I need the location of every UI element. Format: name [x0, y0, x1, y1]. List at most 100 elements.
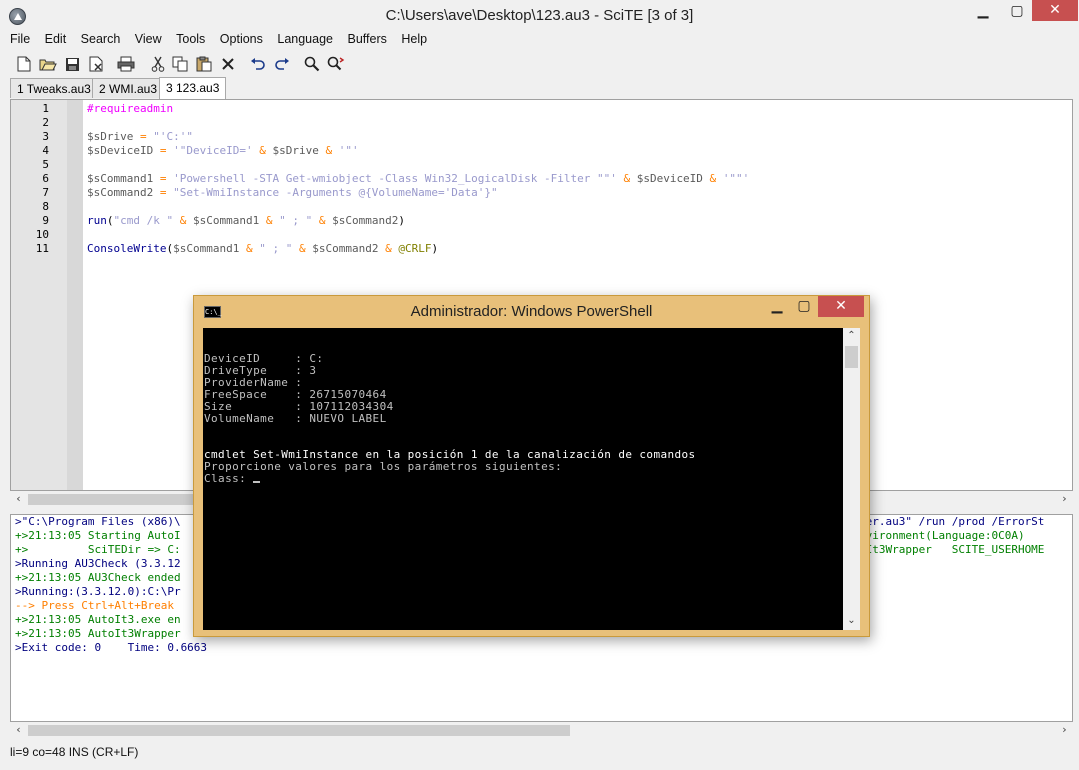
menu-help[interactable]: Help [401, 32, 427, 46]
operator: & [702, 172, 723, 185]
tab-label: 2 WMI.au3 [99, 82, 158, 96]
copy-icon[interactable] [170, 54, 190, 74]
tab-label: 3 123.au3 [166, 81, 220, 95]
variable: $sCommand2 [87, 186, 154, 199]
operator: & [378, 242, 399, 255]
menu-edit[interactable]: Edit [45, 32, 67, 46]
menu-view[interactable]: View [135, 32, 162, 46]
operator: = [153, 172, 174, 185]
paste-icon[interactable] [194, 54, 214, 74]
output-line: >Exit code: 0 Time: 0.6663 [15, 641, 208, 654]
output-line: >Running AU3Check (3.3.12 [15, 557, 181, 570]
scroll-right-icon[interactable]: › [1056, 491, 1073, 508]
line-number: 2 [42, 116, 49, 129]
status-text: li=9 co=48 INS (CR+LF) [10, 745, 139, 759]
variable: $sCommand2 [312, 242, 379, 255]
line-number: 6 [42, 172, 49, 185]
output-horizontal-scrollbar[interactable]: ‹ › [10, 722, 1073, 739]
output-line: +> SciTEDir => C: [15, 543, 181, 556]
powershell-window[interactable]: C:\_ Administrador: Windows PowerShell ▁… [193, 295, 870, 637]
close-file-icon[interactable] [86, 54, 106, 74]
variable: $sDrive [272, 144, 319, 157]
variable: $sDrive [87, 130, 134, 143]
minimize-button[interactable]: ▁ [764, 296, 790, 318]
scrollbar-thumb[interactable] [845, 346, 858, 368]
variable: $sCommand2 [332, 214, 399, 227]
tab-wmi[interactable]: 2 WMI.au3 [92, 78, 165, 98]
variable: $sCommand1 [173, 242, 240, 255]
output-line-tail: per.au3" /run /prod /ErrorSt [859, 515, 1045, 528]
maximize-button[interactable]: ▢ [791, 296, 817, 318]
scrollbar-thumb[interactable] [28, 725, 570, 736]
menu-buffers[interactable]: Buffers [347, 32, 386, 46]
string: " ; " [279, 214, 313, 227]
console-vertical-scrollbar[interactable]: ⌃ ⌄ [843, 328, 860, 630]
operator: & [239, 242, 260, 255]
string: "Set-WmiInstance -Arguments @{VolumeName… [173, 186, 498, 199]
tab-123[interactable]: 3 123.au3 [159, 77, 227, 99]
paren: ( [106, 214, 114, 227]
scroll-up-icon[interactable]: ⌃ [843, 328, 860, 345]
close-button[interactable]: ✕ [818, 296, 864, 317]
code-line: $sCommand1 = 'Powershell -STA Get-wmiobj… [87, 172, 749, 185]
console-prompt-line[interactable]: Class: [204, 472, 261, 485]
delete-icon[interactable] [218, 54, 238, 74]
open-folder-icon[interactable] [38, 54, 58, 74]
string: '""' [722, 172, 750, 185]
print-icon[interactable] [116, 54, 136, 74]
menu-options[interactable]: Options [220, 32, 263, 46]
redo-icon[interactable] [272, 54, 292, 74]
save-icon[interactable] [62, 54, 82, 74]
code-line: $sCommand2 = "Set-WmiInstance -Arguments… [87, 186, 498, 199]
scroll-down-icon[interactable]: ⌄ [843, 613, 860, 630]
menu-file[interactable]: File [10, 32, 30, 46]
operator: = [133, 130, 154, 143]
code-line: ConsoleWrite($sCommand1 & " ; " & $sComm… [87, 242, 438, 255]
output-line-tail: oIt3Wrapper SCITE_USERHOME [859, 543, 1045, 556]
close-button[interactable]: ✕ [1032, 0, 1078, 21]
line-number: 7 [42, 186, 49, 199]
variable: $sCommand1 [87, 172, 154, 185]
operator: & [252, 144, 273, 157]
menu-search[interactable]: Search [81, 32, 121, 46]
output-line: +>21:13:05 AutoIt3Wrapper [15, 627, 181, 640]
window-title: C:\Users\ave\Desktop\123.au3 - SciTE [3 … [385, 7, 694, 24]
operator: & [259, 214, 280, 227]
line-number: 8 [42, 200, 49, 213]
line-number: 10 [35, 228, 49, 241]
paren: ) [431, 242, 439, 255]
cut-icon[interactable] [148, 54, 168, 74]
operator: & [292, 242, 313, 255]
line-number: 9 [42, 214, 49, 227]
string: '"DeviceID=' [173, 144, 253, 157]
scroll-right-icon[interactable]: › [1056, 722, 1073, 739]
variable: $sDeviceID [87, 144, 154, 157]
string: "'C:'" [153, 130, 193, 143]
line-number: 3 [42, 130, 49, 143]
variable: $sCommand1 [192, 214, 260, 227]
operator: & [312, 214, 333, 227]
operator: & [173, 214, 193, 227]
console-prompt: Class: [204, 472, 254, 485]
code-line: $sDeviceID = '"DeviceID=' & $sDrive & '"… [87, 144, 359, 157]
operator: = [153, 144, 174, 157]
tab-tweaks[interactable]: 1 Tweaks.au3 [10, 78, 98, 98]
undo-icon[interactable] [248, 54, 268, 74]
console-output[interactable]: DeviceID : C: DriveType : 3 ProviderName… [203, 328, 860, 630]
scroll-left-icon[interactable]: ‹ [10, 722, 27, 739]
menu-tools[interactable]: Tools [176, 32, 205, 46]
new-file-icon[interactable] [14, 54, 34, 74]
replace-icon[interactable] [326, 54, 346, 74]
status-bar: li=9 co=48 INS (CR+LF) [0, 740, 1079, 770]
line-number: 5 [42, 158, 49, 171]
find-icon[interactable] [302, 54, 322, 74]
output-line: +>21:13:05 AutoIt3.exe en [15, 613, 181, 626]
fold-margin[interactable] [67, 100, 83, 490]
menu-language[interactable]: Language [277, 32, 333, 46]
string: 'Powershell -STA Get-wmiobject -Class Wi… [173, 172, 617, 185]
directive: #requireadmin [87, 102, 174, 115]
output-line: >"C:\Program Files (x86)\ [15, 515, 181, 528]
operator: = [153, 186, 174, 199]
scroll-left-icon[interactable]: ‹ [10, 491, 27, 508]
paren: ) [398, 214, 405, 227]
